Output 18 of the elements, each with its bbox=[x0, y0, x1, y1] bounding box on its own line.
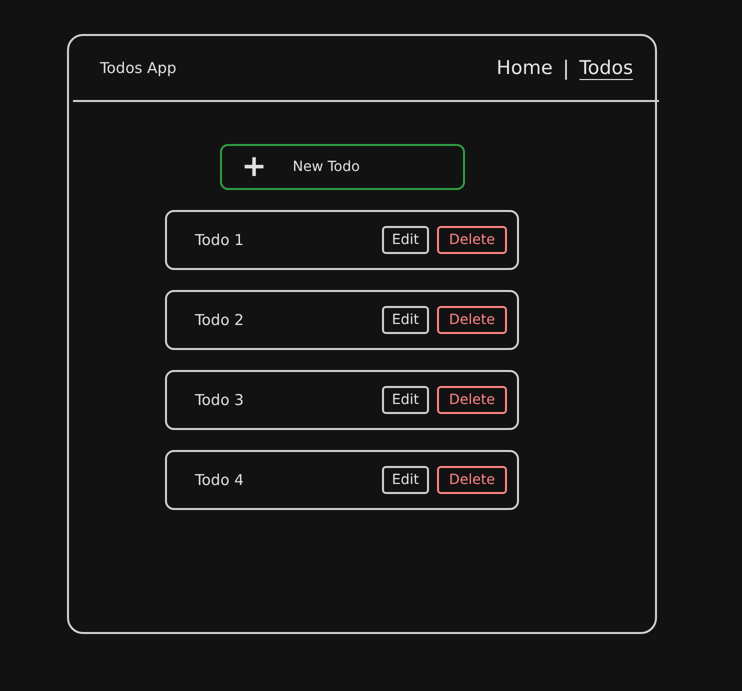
new-todo-button[interactable]: + New Todo bbox=[220, 144, 464, 190]
delete-button[interactable]: Delete bbox=[437, 306, 507, 334]
nav-link[interactable]: Todos bbox=[579, 57, 633, 79]
delete-button[interactable]: Delete bbox=[437, 226, 507, 254]
nav-link[interactable]: Home bbox=[496, 57, 553, 79]
edit-button[interactable]: Edit bbox=[382, 386, 429, 414]
edit-button[interactable]: Edit bbox=[382, 306, 429, 334]
app-title: Todos App bbox=[100, 59, 176, 77]
todo-title: Todo 2 bbox=[195, 311, 245, 329]
todo-title: Todo 3 bbox=[195, 391, 245, 409]
nav-separator: | bbox=[562, 56, 570, 80]
edit-button[interactable]: Edit bbox=[382, 226, 429, 254]
edit-button[interactable]: Edit bbox=[382, 466, 429, 494]
delete-button[interactable]: Delete bbox=[437, 466, 507, 494]
plus-icon: + bbox=[242, 152, 267, 182]
todo-title: Todo 1 bbox=[195, 231, 245, 249]
todo-title: Todo 4 bbox=[195, 471, 245, 489]
delete-button[interactable]: Delete bbox=[437, 386, 507, 414]
